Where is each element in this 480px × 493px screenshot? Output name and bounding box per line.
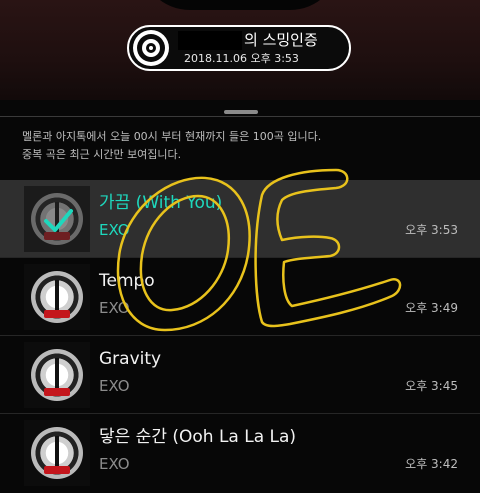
song-title: 가끔 (With You): [99, 193, 223, 213]
description-line-2: 중복 곡은 최근 시간만 보여집니다.: [22, 148, 182, 161]
play-time: 오후 3:53: [405, 223, 458, 237]
redacted-username: [178, 31, 242, 50]
album-art: [24, 342, 90, 408]
play-time: 오후 3:42: [405, 457, 458, 471]
history-description: 멜론과 아지톡에서 오늘 00시 부터 현재까지 들은 100곡 입니다. 중복…: [22, 128, 462, 164]
song-row[interactable]: 닿은 순간 (Ooh La La La) EXO 오후 3:42: [0, 414, 480, 492]
album-art: [24, 264, 90, 330]
album-art: [24, 420, 90, 486]
song-title: Tempo: [99, 271, 155, 291]
play-time: 오후 3:45: [405, 379, 458, 393]
song-title: 닿은 순간 (Ooh La La La): [99, 427, 297, 447]
certification-title: 의 스밍인증: [244, 31, 318, 49]
song-artist: EXO: [99, 299, 130, 317]
play-time: 오후 3:49: [405, 301, 458, 315]
song-artist: EXO: [99, 377, 130, 395]
sheet-drag-handle[interactable]: [224, 110, 258, 114]
divider: [0, 116, 480, 117]
song-artist: EXO: [99, 221, 130, 239]
song-row[interactable]: 가끔 (With You) EXO 오후 3:53: [0, 180, 480, 258]
check-icon: [44, 209, 73, 232]
song-row[interactable]: Tempo EXO 오후 3:49: [0, 258, 480, 336]
vinyl-disc-icon: [133, 30, 169, 66]
certification-timestamp: 2018.11.06 오후 3:53: [184, 52, 299, 65]
song-artist: EXO: [99, 455, 130, 473]
song-row[interactable]: Gravity EXO 오후 3:45: [0, 336, 480, 414]
song-title: Gravity: [99, 349, 162, 369]
description-line-1: 멜론과 아지톡에서 오늘 00시 부터 현재까지 들은 100곡 입니다.: [22, 130, 322, 143]
album-art: [24, 186, 90, 252]
